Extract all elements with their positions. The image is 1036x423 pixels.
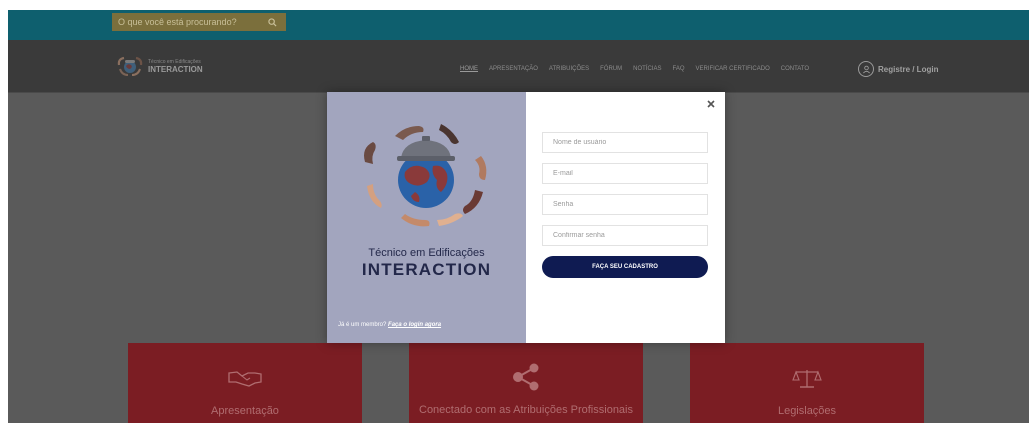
login-now-link[interactable]: Faça o login agora — [388, 322, 441, 328]
modal-subtitle: Técnico em Edificações — [368, 247, 485, 259]
main-nav: HOME APRESENTAÇÃO ATRIBUIÇÕES FÓRUM NOTÍ… — [460, 66, 820, 72]
card-title: Apresentação — [211, 405, 279, 417]
globe-logo-icon — [117, 56, 143, 76]
nav-item-verificar-certificado[interactable]: VERIFICAR CERTIFICADO — [696, 66, 770, 72]
nav-item-apresentacao[interactable]: APRESENTAÇÃO — [489, 66, 538, 72]
scales-icon — [792, 370, 822, 388]
site-header: Técnico em Edificações INTERACTION HOME … — [8, 40, 1029, 93]
email-field[interactable] — [542, 163, 708, 184]
user-icon[interactable] — [858, 61, 874, 77]
nav-item-home[interactable]: HOME — [460, 66, 478, 72]
register-button[interactable]: FAÇA SEU CADASTRO — [542, 256, 708, 278]
login-label[interactable]: Registre / Login — [878, 65, 938, 74]
search-box[interactable]: O que você está procurando? — [112, 13, 286, 31]
logo-name: INTERACTION — [148, 65, 203, 74]
modal-title: INTERACTION — [361, 260, 492, 279]
login-link[interactable]: Registre / Login — [858, 61, 938, 77]
modal-branding-panel: Técnico em Edificações INTERACTION Já é … — [327, 92, 526, 343]
password-field[interactable] — [542, 194, 708, 215]
member-prompt: Já é um membro? Faça o login agora — [338, 322, 441, 328]
site-logo[interactable]: Técnico em Edificações INTERACTION — [116, 55, 203, 77]
search-icon[interactable] — [264, 14, 280, 30]
globe-hands-illustration — [364, 124, 487, 227]
card-legislacoes[interactable]: Legislações — [690, 343, 924, 423]
confirm-password-field[interactable] — [542, 225, 708, 246]
handshake-icon — [228, 371, 262, 387]
card-apresentacao[interactable]: Apresentação — [128, 343, 362, 423]
card-atribuicoes[interactable]: Conectado com as Atribuições Profissiona… — [409, 343, 643, 423]
nav-item-faq[interactable]: FAQ — [672, 66, 684, 72]
search-input[interactable]: O que você está procurando? — [112, 17, 264, 27]
nav-item-atribuicoes[interactable]: ATRIBUIÇÕES — [549, 66, 589, 72]
top-bar: O que você está procurando? — [8, 10, 1029, 40]
close-icon[interactable] — [706, 96, 716, 108]
username-field[interactable] — [542, 132, 708, 153]
card-title: Legislações — [777, 405, 837, 417]
share-icon — [513, 363, 539, 391]
nav-item-noticias[interactable]: NOTÍCIAS — [633, 66, 661, 72]
page-frame: O que você está procurando? Técnico em E… — [8, 10, 1029, 423]
register-modal: Técnico em Edificações INTERACTION Já é … — [327, 92, 725, 343]
nav-item-forum[interactable]: FÓRUM — [600, 66, 622, 72]
nav-item-contato[interactable]: CONTATO — [781, 66, 809, 72]
member-text: Já é um membro? — [338, 322, 389, 328]
card-title: Conectado com as Atribuições Profissiona… — [419, 404, 633, 416]
